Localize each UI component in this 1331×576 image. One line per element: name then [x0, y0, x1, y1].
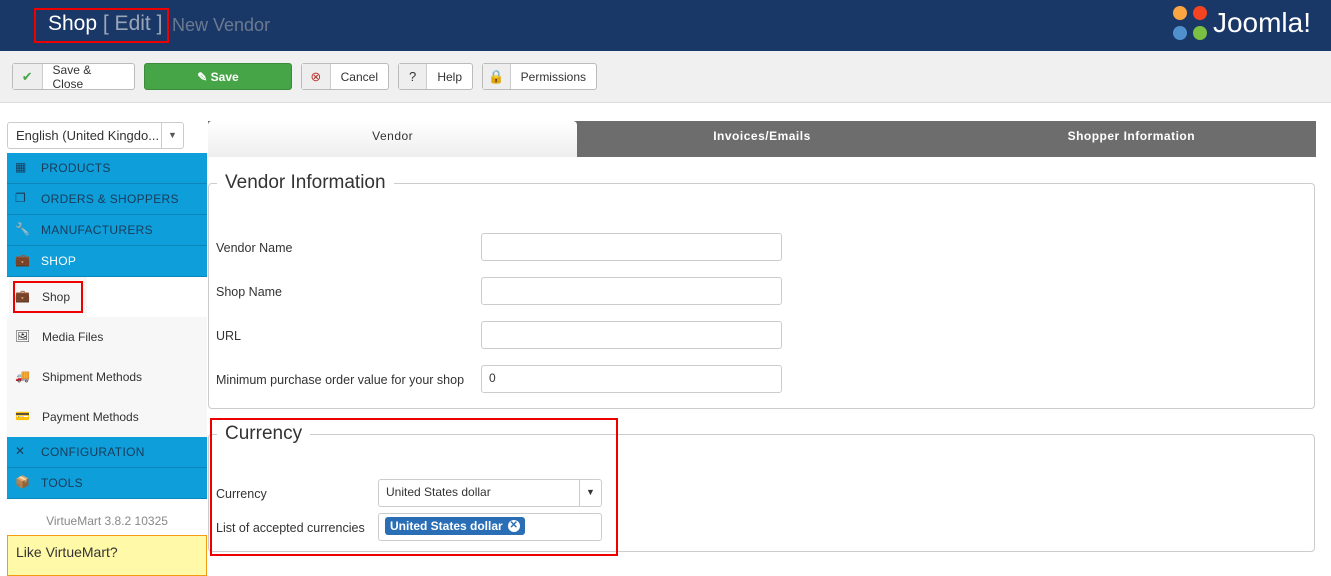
sidebar-tools[interactable]: 📦 TOOLS — [7, 468, 207, 499]
accepted-currencies-label: List of accepted currencies — [216, 521, 365, 535]
sidebar-label: PRODUCTS — [41, 161, 111, 175]
truck-icon: 🚚 — [15, 369, 30, 383]
sidebar-item-shipment-methods[interactable]: 🚚 Shipment Methods — [7, 357, 207, 397]
url-input[interactable] — [481, 321, 782, 349]
sidebar: ▦ PRODUCTS ❐ ORDERS & SHOPPERS 🔧 MANUFACTUR… — [7, 153, 207, 499]
sidebar-label: MANUFACTURERS — [41, 223, 153, 237]
permissions-button[interactable]: 🔒 Permissions — [482, 63, 597, 90]
sidebar-configuration[interactable]: ✕ CONFIGURATION — [7, 437, 207, 468]
media-icon: 🖼 — [15, 329, 31, 343]
accepted-currencies-input[interactable]: United States dollar ✕ — [378, 513, 602, 541]
tools-icon: ✕ — [15, 444, 26, 458]
sidebar-item-label: Media Files — [42, 330, 104, 344]
sidebar-orders[interactable]: ❐ ORDERS & SHOPPERS — [7, 184, 207, 215]
save-label: Save — [210, 69, 239, 84]
like-virtuemart-box: Like VirtueMart? — [7, 535, 207, 576]
tab-shopper-information[interactable]: Shopper Information — [947, 121, 1316, 157]
remove-icon[interactable]: ✕ — [507, 520, 520, 532]
tab-bar: Vendor Invoices/Emails Shopper Informati… — [208, 121, 1316, 157]
sidebar-label: SHOP — [41, 254, 77, 268]
currency-label: Currency — [216, 487, 267, 501]
vendor-name-input[interactable] — [481, 233, 782, 261]
chip-label: United States dollar — [390, 519, 503, 533]
save-close-label: Save & Close — [52, 62, 92, 91]
min-order-label: Minimum purchase order value for your sh… — [216, 373, 465, 387]
orders-icon: ❐ — [15, 191, 27, 205]
joomla-logo: Joomla! — [1172, 6, 1311, 40]
url-label: URL — [216, 329, 242, 343]
tab-vendor[interactable]: Vendor — [208, 121, 578, 157]
header: Shop [ Edit ] New Vendor Joomla! — [0, 0, 1331, 51]
permissions-label: Permissions — [520, 69, 586, 84]
title-text: Shop — [48, 12, 98, 35]
sidebar-shop[interactable]: 💼 SHOP — [7, 246, 207, 277]
chevron-down-icon: ▼ — [579, 480, 601, 506]
page-title: Shop [ Edit ] New Vendor — [34, 8, 270, 43]
sidebar-item-label: Shipment Methods — [42, 370, 143, 384]
help-icon: ? — [399, 64, 428, 89]
sidebar-manufacturers[interactable]: 🔧 MANUFACTURERS — [7, 215, 207, 246]
currency-select[interactable]: United States dollar ▼ — [378, 479, 602, 507]
joomla-logo-text: Joomla! — [1212, 7, 1311, 38]
currency-value: United States dollar — [386, 485, 491, 499]
toolbar: ✔ Save & Close ✎ Save ⊗ Cancel ? Help 🔒 Perm… — [0, 51, 1331, 103]
edit-icon: ✎ — [197, 69, 211, 84]
products-icon: ▦ — [15, 160, 27, 174]
check-icon: ✔ — [13, 64, 43, 89]
section-title: Vendor Information — [225, 172, 386, 193]
help-label: Help — [437, 69, 462, 84]
cancel-button[interactable]: ⊗ Cancel — [301, 63, 389, 90]
shop-name-label: Shop Name — [216, 285, 283, 299]
save-close-button[interactable]: ✔ Save & Close — [12, 62, 135, 91]
help-button[interactable]: ? Help — [398, 63, 473, 90]
shop-name-input[interactable] — [481, 277, 782, 305]
lock-icon: 🔒 — [483, 64, 511, 89]
vendor-name-label: Vendor Name — [216, 241, 293, 255]
title-subtitle: New Vendor — [172, 15, 271, 35]
sidebar-products[interactable]: ▦ PRODUCTS — [7, 153, 207, 184]
sidebar-label: TOOLS — [41, 476, 83, 490]
sidebar-item-label: Shop — [42, 290, 71, 304]
language-value: English (United Kingdo... — [16, 128, 160, 143]
save-button[interactable]: ✎ Save — [144, 63, 292, 90]
sidebar-label: ORDERS & SHOPPERS — [41, 192, 179, 206]
sidebar-item-payment-methods[interactable]: 💳 Payment Methods — [7, 397, 207, 437]
min-order-input[interactable]: 0 — [481, 365, 782, 393]
chevron-down-icon: ▼ — [161, 123, 183, 148]
payment-icon: 💳 — [15, 409, 30, 423]
cancel-label: Cancel — [340, 69, 378, 84]
currency-chip: United States dollar ✕ — [385, 517, 525, 535]
sidebar-item-shop[interactable]: 💼 Shop — [9, 277, 87, 317]
sidebar-item-media-files[interactable]: 🖼 Media Files — [7, 317, 207, 357]
joomla-logo-icon — [1172, 6, 1207, 40]
box-icon: 📦 — [15, 475, 31, 489]
title-edit: [ Edit ] — [102, 12, 163, 35]
sidebar-item-label: Payment Methods — [42, 410, 139, 424]
tab-invoices-emails[interactable]: Invoices/Emails — [577, 121, 946, 157]
cancel-icon: ⊗ — [302, 64, 331, 89]
shop-icon: 💼 — [15, 253, 31, 267]
wrench-icon: 🔧 — [15, 222, 31, 236]
language-select[interactable]: English (United Kingdo... ▼ — [7, 122, 184, 149]
shop-icon: 💼 — [15, 289, 30, 303]
version-text: VirtueMart 3.8.2 10325 — [46, 514, 168, 528]
sidebar-label: CONFIGURATION — [41, 445, 145, 459]
